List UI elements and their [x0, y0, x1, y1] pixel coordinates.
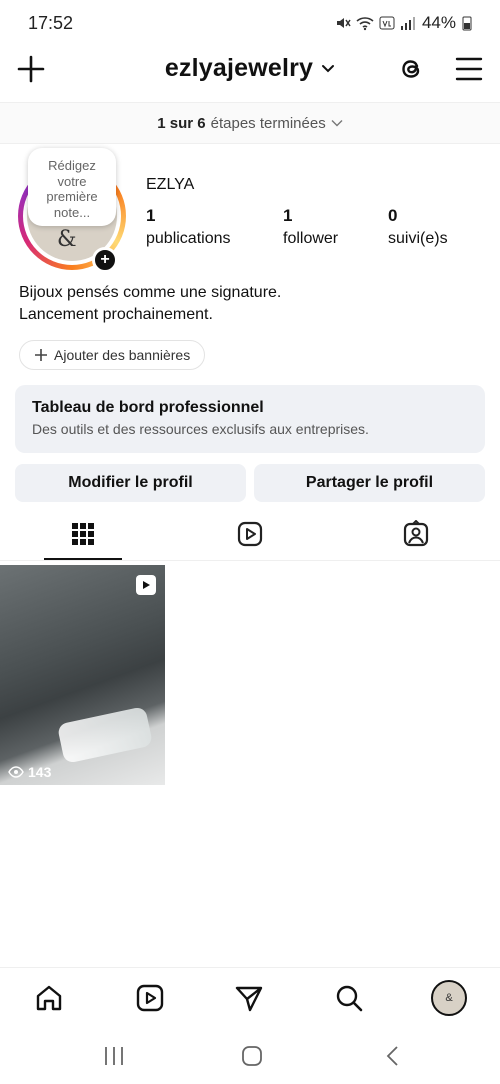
top-bar: ezlyajewelry [0, 46, 500, 102]
search-icon [336, 985, 363, 1012]
volte-icon [379, 16, 395, 30]
bio-line: Lancement prochainement. [19, 306, 213, 323]
stat-value: 0 [388, 206, 398, 225]
post-glass-object [56, 706, 154, 764]
system-nav [0, 1030, 500, 1084]
plus-icon [35, 349, 47, 361]
stat-label: publications [146, 230, 231, 247]
avatar-monogram: & [57, 227, 77, 252]
views-count: 143 [28, 764, 52, 780]
dashboard-subtitle: Des outils et des ressources exclusifs a… [32, 421, 369, 437]
menu-icon[interactable] [454, 54, 484, 84]
post-thumbnail[interactable] [0, 565, 165, 785]
grid-icon [72, 523, 94, 545]
plus-icon[interactable] [14, 52, 48, 86]
active-tab-indicator [44, 558, 122, 560]
note-line: Rédigez [48, 158, 96, 173]
add-banners-button[interactable]: Ajouter des bannières [19, 340, 206, 370]
tab-tagged[interactable] [333, 508, 499, 560]
stat-posts[interactable]: 1 publications [146, 206, 231, 248]
nav-search[interactable] [331, 980, 367, 1016]
stat-value: 1 [146, 206, 156, 225]
direct-message-icon [235, 986, 263, 1012]
username: ezlyajewelry [164, 54, 314, 82]
bio-line: Bijoux pensés comme une signature. [19, 284, 282, 301]
status-bar: 17:52 44% [0, 0, 500, 46]
nav-reels[interactable] [132, 980, 168, 1016]
stat-followers[interactable]: 1 follower [283, 206, 338, 248]
chevron-down-icon [331, 120, 343, 127]
chevron-down-icon [322, 64, 335, 72]
status-right: 44% [335, 13, 472, 33]
steps-label: étapes terminées [210, 114, 326, 132]
eye-icon [8, 766, 24, 778]
reel-badge-icon [136, 575, 156, 595]
note-bubble[interactable]: Rédigez votre première note... [28, 148, 116, 226]
nav-home[interactable] [31, 980, 67, 1016]
post-views: 143 [8, 764, 51, 780]
tagged-icon [403, 520, 429, 547]
tab-grid[interactable] [0, 508, 166, 560]
share-profile-button[interactable]: Partager le profil [254, 464, 485, 502]
add-banners-label: Ajouter des bannières [54, 347, 191, 363]
signal-icon [400, 17, 415, 30]
threads-icon[interactable] [396, 54, 426, 84]
dashboard-title: Tableau de bord professionnel [32, 399, 264, 416]
reels-icon [237, 521, 263, 547]
wifi-icon [356, 17, 374, 31]
back-icon[interactable] [380, 1044, 408, 1068]
professional-dashboard[interactable]: Tableau de bord professionnel Des outils… [15, 385, 485, 453]
stat-label: follower [283, 230, 339, 247]
nav-profile[interactable]: & [431, 980, 467, 1016]
add-story-icon[interactable]: + [92, 247, 118, 273]
note-line: note... [53, 204, 91, 220]
profile-avatar-small: & [431, 980, 467, 1016]
bio: Bijoux pensés comme une signature. Lance… [19, 282, 281, 326]
nav-direct-messages[interactable] [231, 980, 267, 1016]
battery-level: 44% [421, 13, 456, 32]
note-line: première [46, 189, 98, 204]
battery-icon [462, 16, 472, 31]
onboarding-steps[interactable]: 1 sur 6 étapes terminées [0, 102, 500, 144]
stat-label: suivi(e)s [388, 230, 448, 247]
status-time: 17:52 [28, 12, 74, 33]
profile-tabs [0, 508, 500, 561]
steps-progress: 1 sur 6 [157, 114, 206, 132]
stat-following[interactable]: 0 suivi(e)s [388, 206, 448, 248]
tab-reels[interactable] [167, 508, 333, 560]
edit-profile-button[interactable]: Modifier le profil [15, 464, 246, 502]
stat-value: 1 [283, 206, 293, 225]
display-name: EZLYA [146, 176, 195, 193]
status-icons [335, 15, 416, 31]
reels-icon [136, 984, 164, 1012]
note-line: votre [57, 173, 87, 189]
mute-icon [336, 18, 351, 28]
home-button-icon[interactable] [238, 1044, 266, 1068]
home-icon [36, 985, 62, 1011]
recent-apps-icon[interactable] [100, 1044, 128, 1068]
bottom-nav: & [0, 967, 500, 1029]
